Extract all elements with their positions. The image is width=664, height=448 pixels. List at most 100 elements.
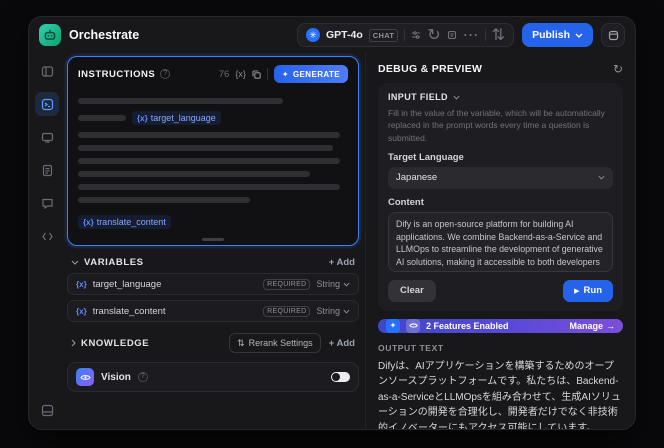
- sidebar-item-orchestrate[interactable]: [35, 92, 59, 116]
- input-field-header[interactable]: INPUT FIELD: [388, 92, 613, 102]
- toggle-knob: [332, 373, 340, 381]
- clear-button[interactable]: Clear: [388, 279, 436, 302]
- char-count: 76: [218, 68, 230, 80]
- chevron-down-icon: [343, 309, 350, 314]
- sidebar-item-api[interactable]: [35, 224, 59, 248]
- variable-icon: {x}: [83, 217, 94, 227]
- vision-card: Vision ?: [67, 362, 359, 392]
- prompt-log-icon[interactable]: [447, 30, 457, 40]
- more-icon[interactable]: ⋯: [463, 25, 479, 45]
- skeleton-line: [78, 184, 340, 190]
- vision-toggle[interactable]: [331, 372, 350, 382]
- output-title: OUTPUT TEXT: [378, 342, 444, 353]
- sidebar-item-annotations[interactable]: [35, 191, 59, 215]
- sidebar-item-logs[interactable]: [35, 158, 59, 182]
- target-language-label: Target Language: [388, 151, 464, 163]
- required-badge: REQUIRED: [263, 278, 311, 290]
- variable-row[interactable]: {x} target_language REQUIRED String: [67, 273, 359, 295]
- debug-title: DEBUG & PREVIEW: [378, 63, 483, 75]
- input-field-card: INPUT FIELD Fill in the value of the var…: [378, 83, 623, 311]
- vision-label: Vision: [101, 371, 131, 383]
- features-bar[interactable]: ✦ 2 Features Enabled Manage →: [378, 318, 623, 333]
- debug-header: DEBUG & PREVIEW ↻: [378, 63, 623, 75]
- skeleton-line: [78, 158, 340, 164]
- content-area: INSTRUCTIONS ? 76 {x} ✦ GENERATE {x} tar…: [29, 53, 635, 430]
- divider: [484, 29, 486, 41]
- variable-icon[interactable]: {x}: [235, 69, 246, 79]
- feature-icon-1: ✦: [386, 318, 400, 333]
- skeleton-line: [78, 171, 310, 177]
- rerank-settings-button[interactable]: ⇅ Rerank Settings: [229, 333, 321, 353]
- variable-icon: {x}: [76, 279, 87, 289]
- model-mode-badge: CHAT: [368, 28, 399, 42]
- knowledge-title: KNOWLEDGE: [81, 337, 150, 349]
- swap-model-icon[interactable]: ⇅: [492, 25, 505, 45]
- output-section: OUTPUT TEXT Difyは、AIアプリケーションを構築するためのオープン…: [378, 342, 623, 430]
- generate-button[interactable]: ✦ GENERATE: [273, 65, 348, 83]
- robot-icon: [43, 28, 57, 42]
- variable-type-select[interactable]: String: [316, 306, 350, 316]
- divider: [404, 29, 406, 41]
- chevron-down-icon: [575, 33, 583, 38]
- input-field-description: Fill in the value of the variable, which…: [388, 108, 605, 143]
- rerank-icon: ⇅: [237, 337, 245, 348]
- collapse-sidebar-icon[interactable]: [35, 59, 59, 83]
- publish-button[interactable]: Publish: [522, 23, 593, 47]
- model-selector[interactable]: ✳ GPT-4o CHAT ↻ ⋯ ⇅: [297, 23, 515, 47]
- chevron-down-icon: [598, 175, 605, 180]
- sliders-icon[interactable]: [411, 30, 421, 40]
- variable-type-select[interactable]: String: [316, 279, 350, 289]
- output-text: Difyは、AIアプリケーションを構築するためのオープンソースプラットフォームで…: [378, 360, 621, 430]
- help-icon: ?: [160, 69, 171, 79]
- history-icon[interactable]: ↻: [427, 25, 440, 45]
- instructions-header: INSTRUCTIONS ? 76 {x} ✦ GENERATE: [68, 57, 358, 87]
- features-label: 2 Features Enabled: [426, 320, 509, 331]
- app-header: Orchestrate ✳ GPT-4o CHAT ↻ ⋯ ⇅ Publish: [29, 17, 635, 53]
- variable-row[interactable]: {x} translate_content REQUIRED String: [67, 300, 359, 322]
- target-language-select[interactable]: Japanese: [388, 166, 613, 189]
- skeleton-line: [78, 132, 340, 138]
- chevron-down-icon[interactable]: [71, 260, 79, 265]
- model-provider-icon: ✳: [306, 28, 321, 42]
- orchestrate-column: INSTRUCTIONS ? 76 {x} ✦ GENERATE {x} tar…: [65, 53, 365, 429]
- instructions-panel: INSTRUCTIONS ? 76 {x} ✦ GENERATE {x} tar…: [67, 56, 359, 246]
- add-knowledge-button[interactable]: + Add: [329, 338, 355, 349]
- instructions-title: INSTRUCTIONS: [78, 68, 156, 80]
- manage-features-button[interactable]: Manage →: [569, 321, 615, 331]
- run-button[interactable]: ▶ Run: [563, 279, 613, 302]
- variable-icon: {x}: [137, 113, 148, 123]
- content-label: Content: [388, 196, 424, 208]
- variable-icon: {x}: [76, 306, 87, 316]
- arrow-right-icon: →: [606, 320, 615, 331]
- skeleton-line: [78, 98, 283, 104]
- variable-token[interactable]: {x} target_language: [132, 111, 221, 125]
- prompt-editor[interactable]: {x} target_language {x} translate_content: [68, 87, 358, 238]
- layout-toggle-icon[interactable]: [35, 398, 59, 422]
- app-window: Orchestrate ✳ GPT-4o CHAT ↻ ⋯ ⇅ Publish: [28, 16, 636, 430]
- skeleton-line: [78, 145, 333, 151]
- copy-icon[interactable]: [252, 69, 261, 79]
- refresh-icon[interactable]: ↻: [613, 63, 623, 75]
- content-input[interactable]: Dify is an open-source platform for buil…: [388, 211, 613, 272]
- left-icon-rail: [29, 53, 65, 429]
- chevron-down-icon: [453, 95, 460, 100]
- chevron-down-icon: [343, 282, 350, 287]
- window-icon: [608, 30, 619, 41]
- app-toolbox-button[interactable]: [601, 23, 625, 47]
- divider: [266, 68, 268, 80]
- variables-title: VARIABLES: [84, 257, 144, 268]
- model-name: GPT-4o: [326, 29, 363, 41]
- skeleton-line: [78, 197, 250, 203]
- variable-token[interactable]: {x} translate_content: [78, 215, 171, 229]
- debug-column: DEBUG & PREVIEW ↻ INPUT FIELD Fill in th…: [365, 53, 635, 430]
- required-badge: REQUIRED: [263, 305, 311, 317]
- panel-resize-handle[interactable]: [202, 238, 224, 241]
- sidebar-item-preview[interactable]: [35, 125, 59, 149]
- sparkle-icon: ✦: [281, 69, 289, 79]
- app-logo[interactable]: [39, 24, 61, 46]
- knowledge-header: KNOWLEDGE ⇅ Rerank Settings + Add: [71, 333, 355, 353]
- page-title: Orchestrate: [69, 28, 140, 42]
- add-variable-button[interactable]: + Add: [329, 257, 355, 268]
- vision-icon: [76, 368, 94, 386]
- chevron-right-icon[interactable]: [71, 339, 76, 347]
